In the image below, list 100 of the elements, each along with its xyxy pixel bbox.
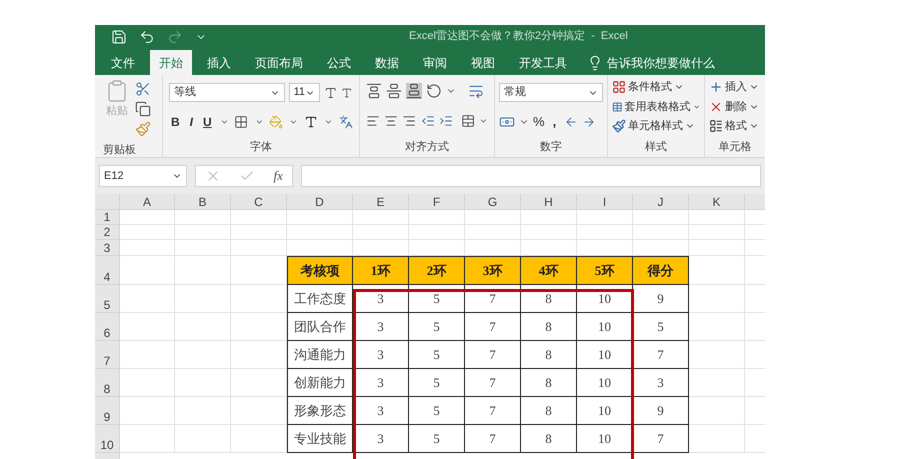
ribbon-tab[interactable]: 公式 — [318, 50, 360, 75]
formula-input[interactable] — [301, 165, 761, 187]
style-menu-button[interactable]: 套用表格格式 — [612, 98, 700, 115]
underline-button[interactable]: U — [201, 113, 214, 131]
sheet-cell[interactable] — [120, 210, 175, 225]
sheet-cell[interactable] — [577, 210, 633, 225]
column-header[interactable]: D — [287, 194, 353, 210]
borders-icon[interactable] — [234, 114, 249, 130]
sheet-cell[interactable] — [633, 225, 689, 240]
sheet-cell[interactable] — [175, 225, 231, 240]
column-header[interactable]: I — [577, 194, 633, 210]
sheet-cell[interactable] — [409, 225, 465, 240]
row-header[interactable]: 3 — [95, 240, 120, 256]
sheet-cell[interactable] — [120, 397, 175, 425]
fill-color-icon[interactable] — [269, 114, 284, 130]
name-box[interactable]: E12 — [99, 165, 187, 187]
bold-button[interactable]: B — [169, 113, 182, 131]
column-header[interactable]: B — [175, 194, 231, 210]
sheet-cell[interactable] — [175, 210, 231, 225]
sheet-cell[interactable] — [120, 313, 175, 341]
phonetic-icon[interactable] — [338, 114, 353, 130]
sheet-cell[interactable] — [287, 225, 353, 240]
sheet-cell[interactable] — [120, 256, 175, 285]
copy-icon[interactable] — [135, 101, 151, 117]
sheet-cell[interactable] — [120, 425, 175, 453]
sheet-cell[interactable] — [689, 397, 745, 425]
sheet-cell[interactable] — [120, 225, 175, 240]
sheet-cell[interactable] — [175, 341, 231, 369]
sheet-cell[interactable] — [175, 397, 231, 425]
sheet-cell[interactable] — [689, 313, 745, 341]
orientation-icon[interactable] — [426, 83, 442, 99]
row-header[interactable]: 9 — [95, 397, 120, 425]
sheet-cell[interactable] — [175, 240, 231, 256]
row-header[interactable]: 6 — [95, 313, 120, 341]
font-color-icon[interactable] — [304, 114, 318, 130]
number-format-field[interactable]: 常规 — [499, 83, 603, 102]
sheet-cell[interactable] — [353, 225, 409, 240]
column-header[interactable]: H — [521, 194, 577, 210]
select-all-corner[interactable] — [95, 194, 120, 210]
column-header[interactable]: K — [689, 194, 745, 210]
shrink-font-icon[interactable] — [341, 86, 353, 98]
column-header[interactable]: G — [465, 194, 521, 210]
sheet-cell[interactable] — [175, 285, 231, 313]
ribbon-tab[interactable]: 开发工具 — [510, 50, 576, 75]
sheet-cell[interactable] — [175, 256, 231, 285]
row-header[interactable]: 2 — [95, 225, 120, 240]
align-middle-icon[interactable] — [386, 83, 402, 99]
sheet-cell[interactable] — [409, 210, 465, 225]
sheet-cell[interactable] — [465, 225, 521, 240]
ribbon-tab[interactable]: 插入 — [198, 50, 240, 75]
sheet-cell[interactable] — [689, 369, 745, 397]
row-header[interactable]: 10 — [95, 425, 120, 453]
sheet-cell[interactable] — [175, 369, 231, 397]
grow-font-icon[interactable] — [324, 86, 338, 100]
row-header[interactable]: 7 — [95, 341, 120, 369]
save-icon[interactable] — [111, 28, 127, 44]
tell-me-search[interactable]: 告诉我你想要做什么 — [607, 54, 715, 72]
sheet-cell[interactable] — [521, 225, 577, 240]
redo-icon[interactable] — [167, 28, 183, 44]
sheet-cell[interactable] — [689, 256, 745, 285]
undo-icon[interactable] — [139, 28, 155, 44]
style-menu-button[interactable]: 条件格式 — [612, 79, 700, 96]
row-header[interactable]: 8 — [95, 369, 120, 397]
ribbon-tab[interactable]: 开始 — [150, 50, 192, 75]
sheet-cell[interactable] — [287, 210, 353, 225]
sheet-cell[interactable] — [689, 240, 745, 256]
cells-menu-button[interactable]: 格式 — [709, 118, 761, 134]
style-menu-button[interactable]: 单元格样式 — [612, 118, 700, 134]
ribbon-tab[interactable]: 文件 — [102, 50, 144, 75]
sheet-cell[interactable] — [231, 240, 287, 256]
font-size-field[interactable]: 11 — [288, 83, 320, 102]
wrap-text-icon[interactable] — [468, 83, 484, 99]
column-header[interactable]: C — [231, 194, 287, 210]
ribbon-tab[interactable]: 页面布局 — [246, 50, 312, 75]
sheet-cell[interactable] — [120, 341, 175, 369]
sheet-cell[interactable] — [120, 240, 175, 256]
sheet-cell[interactable] — [231, 210, 287, 225]
sheet-cell[interactable] — [175, 313, 231, 341]
sheet-cell[interactable] — [175, 425, 231, 453]
comma-button[interactable]: , — [548, 112, 560, 132]
cut-icon[interactable] — [135, 81, 151, 97]
column-header[interactable]: F — [409, 194, 465, 210]
sheet-cell[interactable] — [465, 210, 521, 225]
sheet-cell[interactable] — [353, 210, 409, 225]
sheet-cell[interactable] — [577, 225, 633, 240]
ribbon-tab[interactable]: 数据 — [366, 50, 408, 75]
increase-decimal-icon[interactable] — [564, 115, 578, 129]
sheet-cell[interactable] — [689, 425, 745, 453]
sheet-cell[interactable] — [689, 225, 745, 240]
sheet-cell[interactable] — [231, 225, 287, 240]
column-header[interactable]: A — [120, 194, 175, 210]
sheet-cell[interactable] — [521, 210, 577, 225]
percent-button[interactable]: % — [533, 112, 545, 132]
row-header[interactable]: 1 — [95, 210, 120, 225]
column-header[interactable]: J — [633, 194, 689, 210]
sheet-cell[interactable] — [120, 369, 175, 397]
ribbon-tab[interactable]: 审阅 — [414, 50, 456, 75]
column-header[interactable]: E — [353, 194, 409, 210]
column-header[interactable] — [745, 194, 765, 210]
font-name-field[interactable]: 等线 — [169, 83, 285, 102]
